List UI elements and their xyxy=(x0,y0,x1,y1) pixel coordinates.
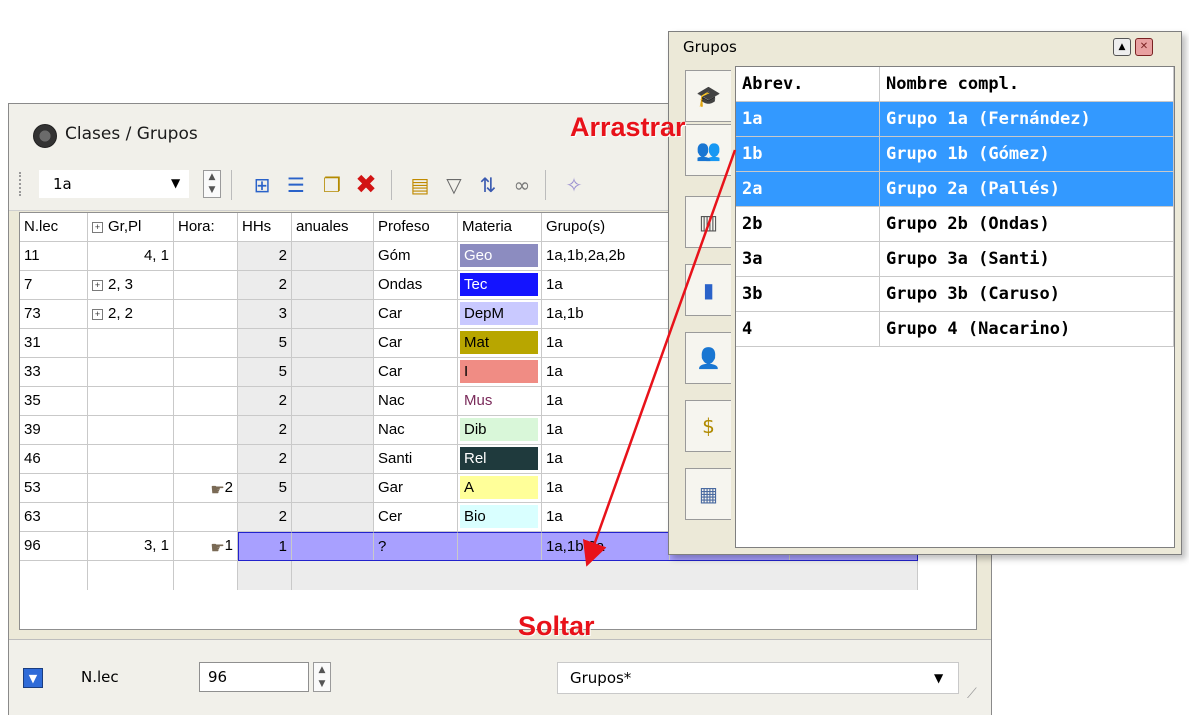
drag-arrow xyxy=(582,149,737,567)
